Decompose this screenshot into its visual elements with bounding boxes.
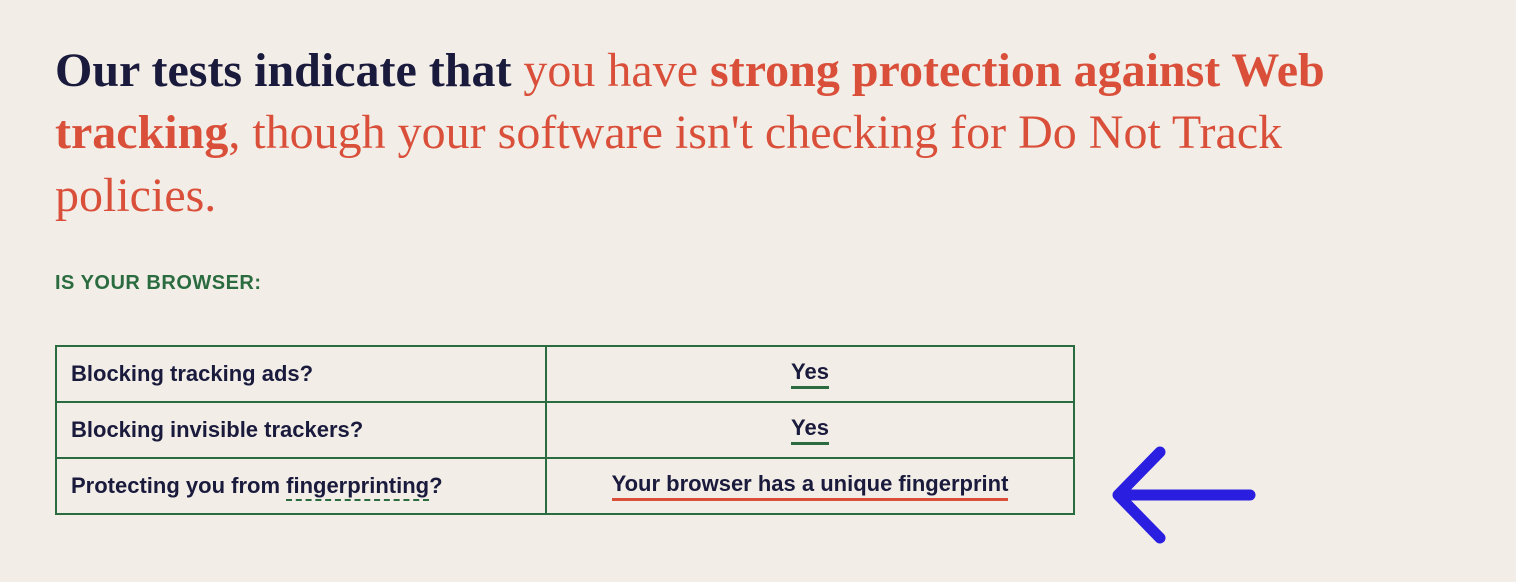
fingerprinting-term[interactable]: fingerprinting	[286, 473, 429, 501]
row-label: Protecting you from fingerprinting?	[56, 458, 546, 514]
row-label-pre: Protecting you from	[71, 473, 286, 498]
table-row: Blocking tracking ads? Yes	[56, 346, 1074, 402]
headline-tail: , though your software isn't checking fo…	[55, 106, 1282, 221]
table-row: Protecting you from fingerprinting? Your…	[56, 458, 1074, 514]
row-label-post: ?	[429, 473, 442, 498]
headline-middle: you have	[523, 44, 710, 97]
row-label-text: Blocking invisible trackers?	[71, 417, 363, 442]
arrow-annotation-icon	[1100, 440, 1260, 550]
row-value[interactable]: Yes	[791, 415, 829, 445]
table-row: Blocking invisible trackers? Yes	[56, 402, 1074, 458]
headline-lead: Our tests indicate that	[55, 44, 523, 97]
subheading: IS YOUR BROWSER:	[55, 272, 1461, 295]
results-headline: Our tests indicate that you have strong …	[55, 40, 1455, 227]
row-label-text: Blocking tracking ads?	[71, 361, 313, 386]
row-value-cell: Your browser has a unique fingerprint	[546, 458, 1074, 514]
row-label: Blocking invisible trackers?	[56, 402, 546, 458]
row-label: Blocking tracking ads?	[56, 346, 546, 402]
row-value[interactable]: Yes	[791, 359, 829, 389]
results-table: Blocking tracking ads? Yes Blocking invi…	[55, 345, 1075, 515]
row-value-cell: Yes	[546, 402, 1074, 458]
row-value-cell: Yes	[546, 346, 1074, 402]
row-value[interactable]: Your browser has a unique fingerprint	[612, 471, 1009, 501]
